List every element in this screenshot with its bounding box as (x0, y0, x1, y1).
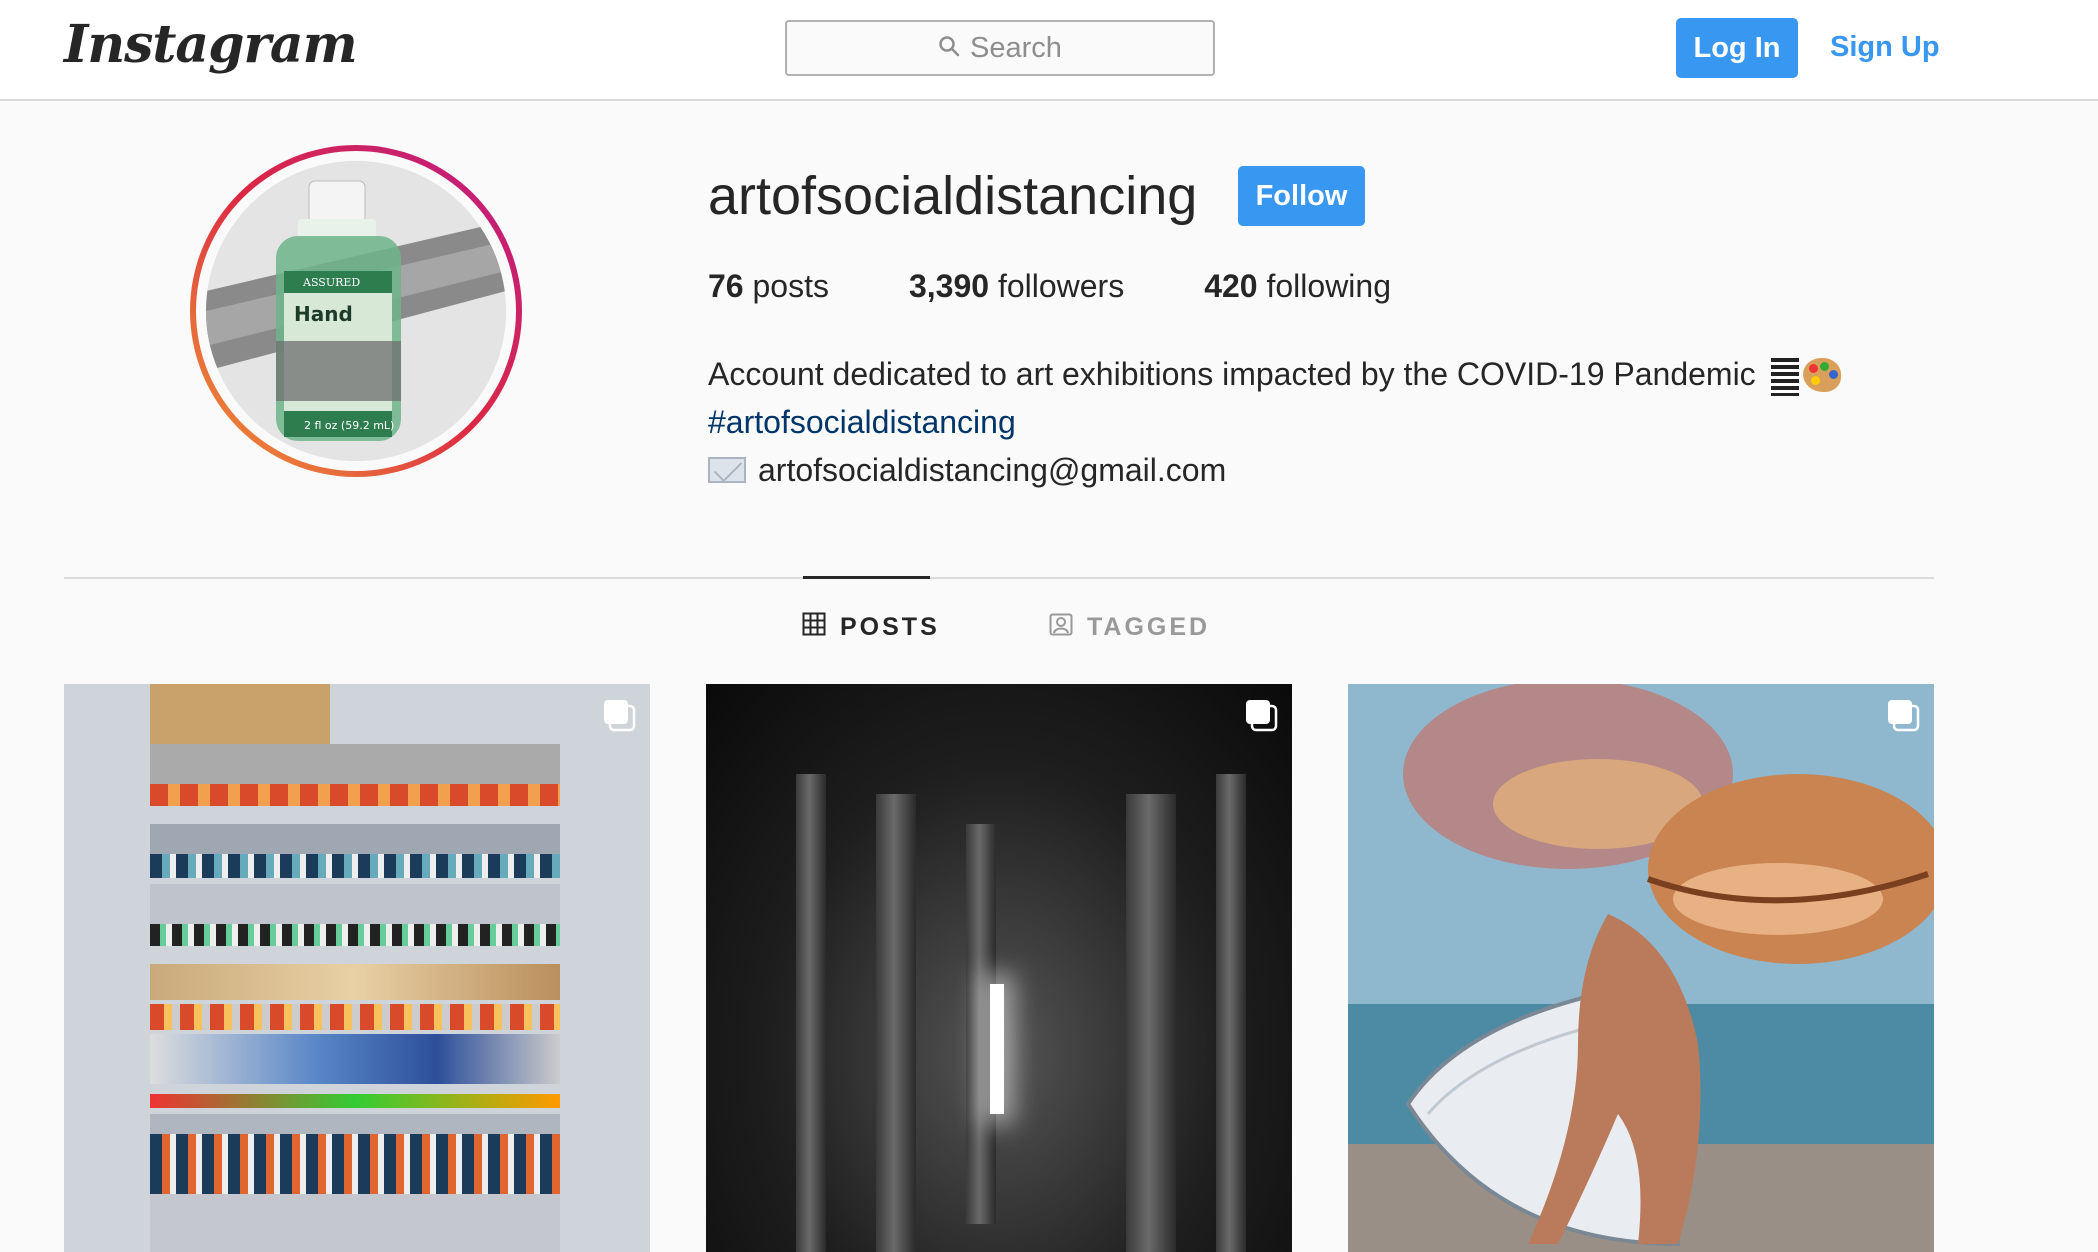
profile-stats: 76 posts 3,390 followers 420 following (708, 268, 1471, 305)
tabs-divider (64, 577, 1934, 579)
bio-hashtag-link[interactable]: #artofsocialdistancing (708, 398, 1841, 446)
login-button[interactable]: Log In (1676, 18, 1798, 78)
envelope-icon (708, 457, 746, 483)
avatar-bottle-brand: ASSURED (302, 276, 360, 289)
multiple-photos-icon (1888, 700, 1920, 732)
bio-description: Account dedicated to art exhibitions imp… (708, 350, 1841, 398)
bio-email: artofsocialdistancing@gmail.com (758, 452, 1227, 488)
top-navbar: Instagram Search Log In Sign Up (0, 0, 2098, 101)
following-count[interactable]: 420 following (1204, 268, 1391, 305)
multiple-photos-icon (1246, 700, 1278, 732)
search-input[interactable]: Search (785, 20, 1215, 76)
follow-button[interactable]: Follow (1238, 166, 1365, 226)
tab-tagged-label: TAGGED (1087, 613, 1211, 641)
avatar-story-ring[interactable]: ASSURED Hand 2 fl oz (59.2 mL) (190, 145, 522, 477)
active-tab-indicator (803, 576, 930, 579)
tab-posts[interactable]: POSTS (802, 612, 940, 643)
followers-count[interactable]: 3,390 followers (909, 268, 1124, 305)
search-icon (938, 35, 960, 62)
avatar-bottle-volume: 2 fl oz (59.2 mL) (304, 419, 394, 432)
post-thumbnail[interactable] (1348, 684, 1934, 1252)
tab-posts-label: POSTS (840, 613, 940, 641)
signup-link[interactable]: Sign Up (1830, 22, 1940, 72)
grid-icon (802, 612, 826, 643)
palette-emoji-icon (1802, 357, 1841, 392)
document-emoji-icon (1770, 357, 1799, 396)
bio-email-row: artofsocialdistancing@gmail.com (708, 446, 1841, 494)
multiple-photos-icon (604, 700, 636, 732)
post-thumbnail[interactable] (64, 684, 650, 1252)
profile-bio: Account dedicated to art exhibitions imp… (708, 350, 1841, 494)
profile-username: artofsocialdistancing (708, 166, 1198, 226)
posts-count: 76 posts (708, 268, 829, 304)
avatar-bottle-label: Hand (294, 302, 353, 326)
avatar: ASSURED Hand 2 fl oz (59.2 mL) (206, 161, 506, 461)
tagged-icon (1049, 612, 1073, 643)
search-placeholder: Search (970, 31, 1062, 64)
post-thumbnail[interactable] (706, 684, 1292, 1252)
instagram-logo[interactable]: Instagram (64, 14, 358, 75)
tab-tagged[interactable]: TAGGED (1049, 612, 1210, 643)
